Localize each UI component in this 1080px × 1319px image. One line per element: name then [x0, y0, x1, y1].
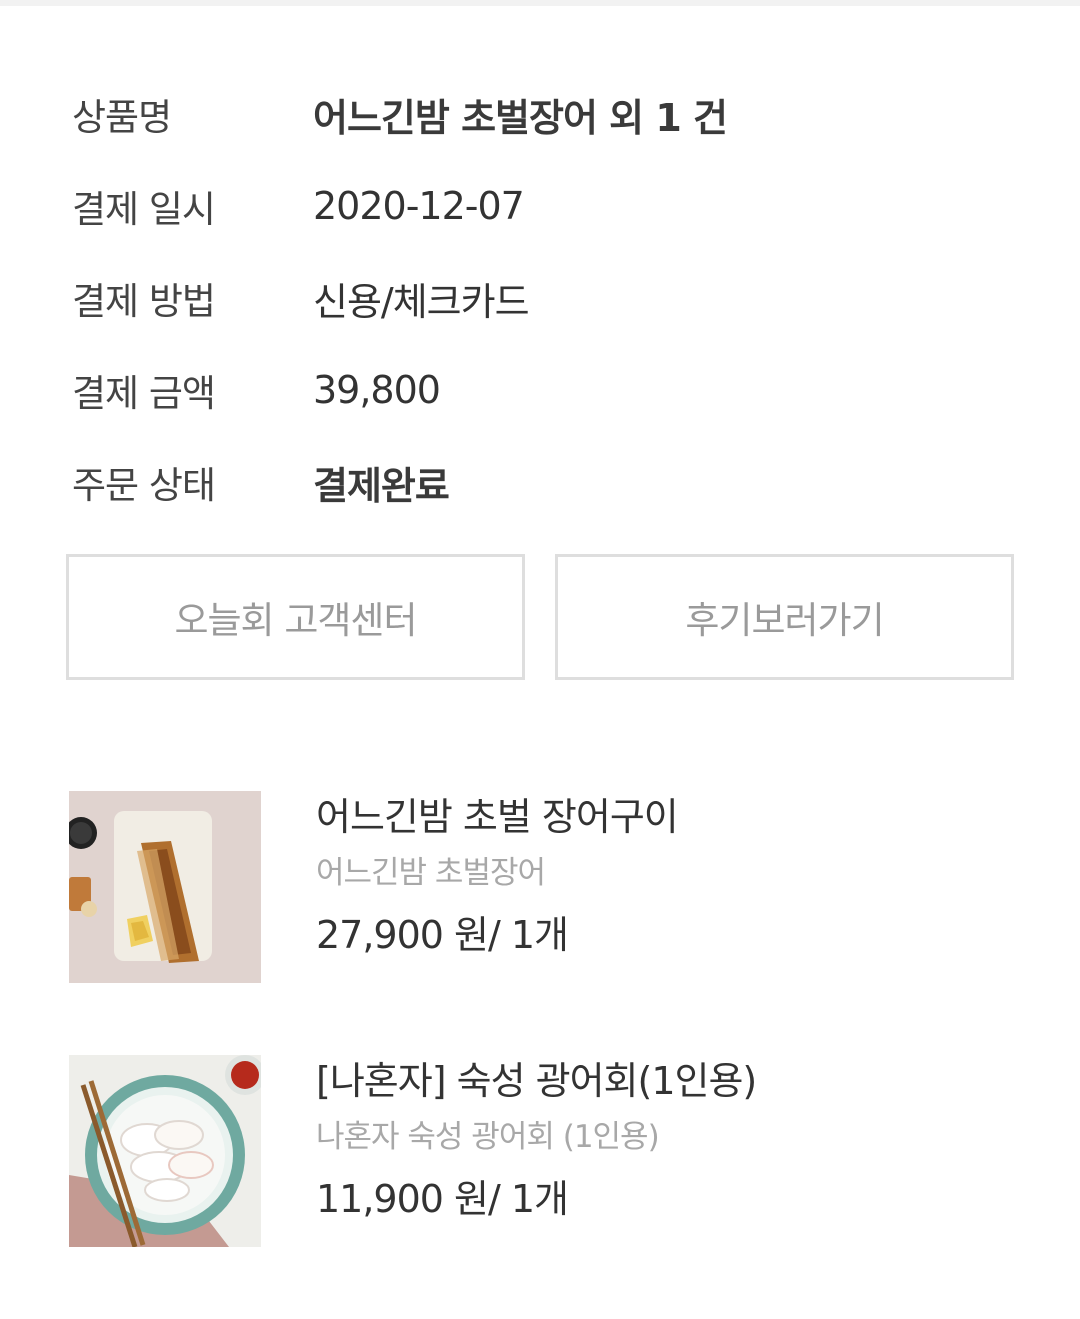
payment-method-label: 결제 방법 — [72, 280, 216, 323]
product-name-row: 상품명 어느긴밤 초벌장어 외 1 건 — [72, 68, 1032, 160]
order-status-row: 주문 상태 결제완료 — [72, 436, 1032, 528]
product-name-label: 상품명 — [72, 96, 172, 139]
product-option: 나혼자 숙성 광어회 (1인용) — [316, 1119, 660, 1155]
product-list: 어느긴밤 초벌 장어구이 어느긴밤 초벌장어 27,900 원/ 1개 [나혼자… — [69, 791, 1029, 1319]
list-item[interactable]: 어느긴밤 초벌 장어구이 어느긴밤 초벌장어 27,900 원/ 1개 — [69, 791, 1029, 1055]
payment-date-label: 결제 일시 — [72, 188, 216, 231]
payment-method-row: 결제 방법 신용/체크카드 — [72, 252, 1032, 344]
list-item[interactable]: [나혼자] 숙성 광어회(1인용) 나혼자 숙성 광어회 (1인용) 11,90… — [69, 1055, 1029, 1319]
product-option: 어느긴밤 초벌장어 — [316, 855, 546, 891]
product-price-quantity: 11,900 원/ 1개 — [316, 1177, 569, 1221]
action-buttons: 오늘회 고객센터 후기보러가기 — [66, 554, 1014, 680]
top-divider — [0, 0, 1080, 6]
flatfish-sashimi-image — [69, 1055, 261, 1247]
order-status-label: 주문 상태 — [72, 464, 216, 507]
payment-amount-value: 39,800 — [313, 368, 441, 412]
view-reviews-button[interactable]: 후기보러가기 — [555, 554, 1014, 680]
product-info: [나혼자] 숙성 광어회(1인용) 나혼자 숙성 광어회 (1인용) 11,90… — [316, 1055, 757, 1225]
order-status-value: 결제완료 — [313, 463, 450, 508]
grilled-eel-image — [69, 791, 261, 983]
product-title: 어느긴밤 초벌 장어구이 — [316, 795, 679, 839]
order-info: 상품명 어느긴밤 초벌장어 외 1 건 결제 일시 2020-12-07 결제 … — [72, 68, 1032, 528]
payment-date-value: 2020-12-07 — [313, 184, 525, 228]
payment-date-row: 결제 일시 2020-12-07 — [72, 160, 1032, 252]
product-name-value: 어느긴밤 초벌장어 외 1 건 — [313, 95, 728, 140]
payment-amount-row: 결제 금액 39,800 — [72, 344, 1032, 436]
payment-method-value: 신용/체크카드 — [313, 279, 530, 324]
payment-amount-label: 결제 금액 — [72, 372, 216, 415]
product-info: 어느긴밤 초벌 장어구이 어느긴밤 초벌장어 27,900 원/ 1개 — [316, 791, 679, 961]
product-price-quantity: 27,900 원/ 1개 — [316, 913, 569, 957]
customer-center-button[interactable]: 오늘회 고객센터 — [66, 554, 525, 680]
product-title: [나혼자] 숙성 광어회(1인용) — [316, 1059, 757, 1103]
